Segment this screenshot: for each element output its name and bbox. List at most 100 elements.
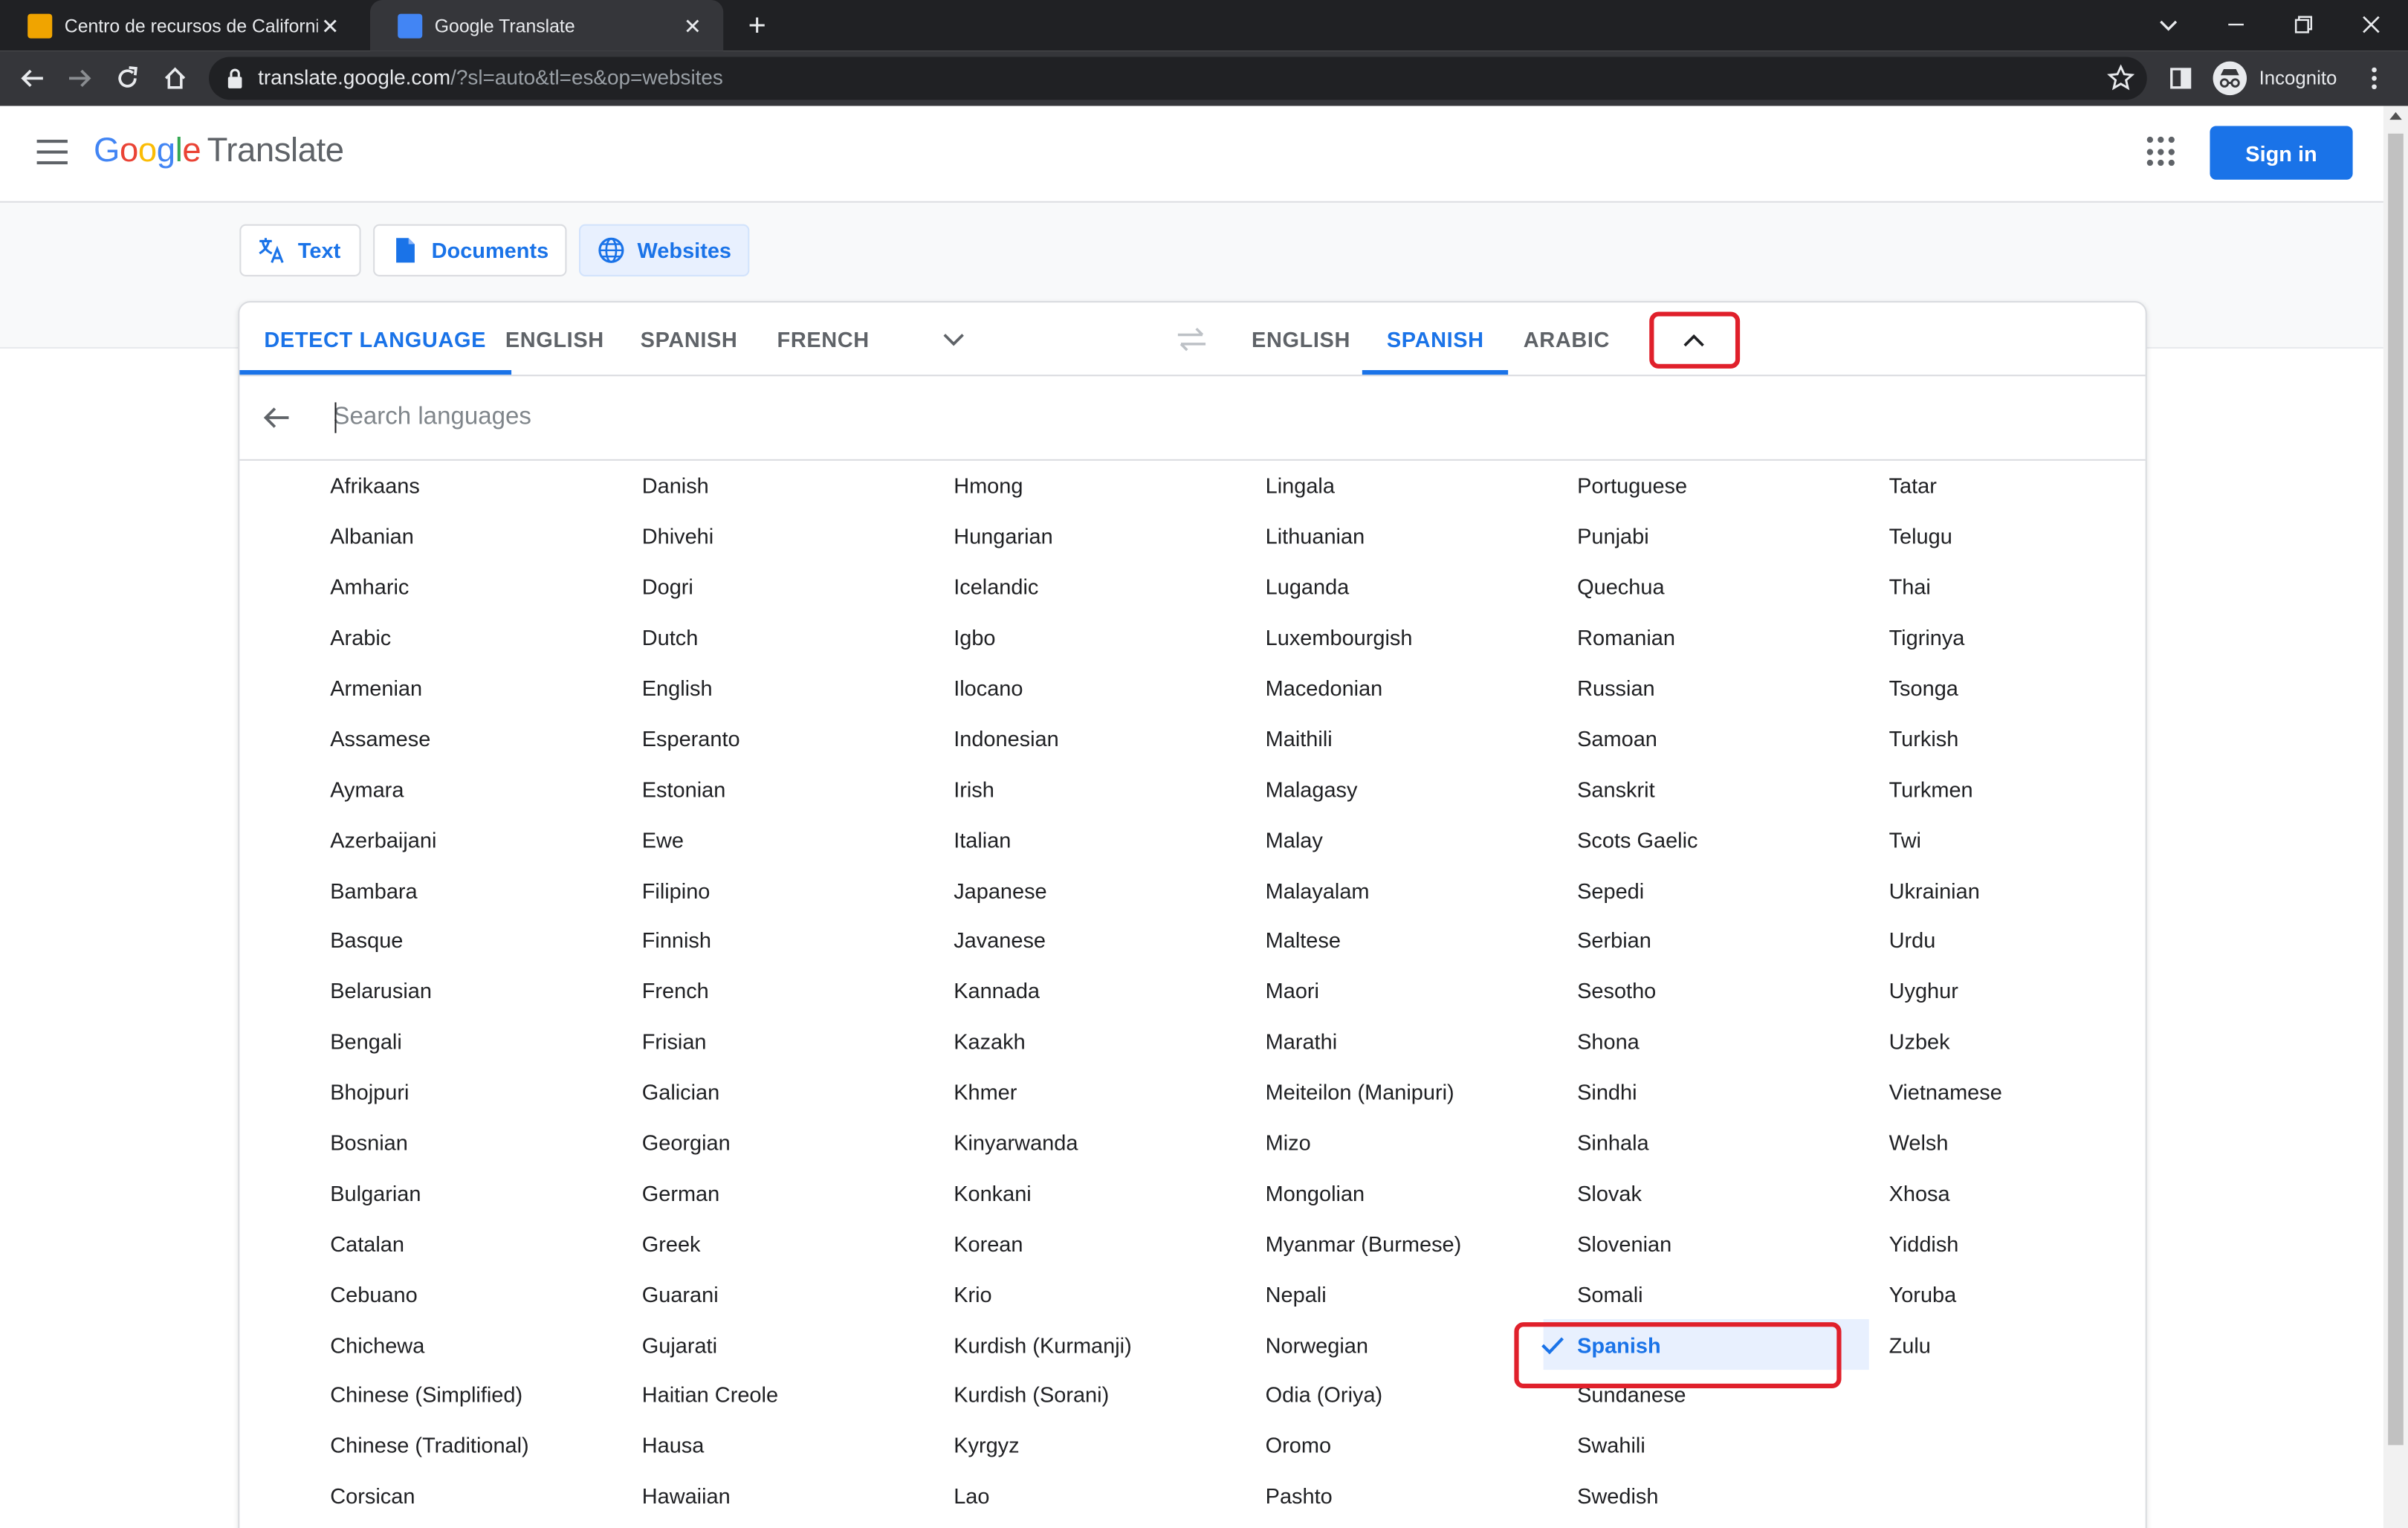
target-lang-english[interactable]: ENGLISH <box>1227 302 1375 375</box>
language-option[interactable]: Chinese (Traditional) <box>330 1420 637 1471</box>
source-lang-spanish[interactable]: SPANISH <box>616 302 763 375</box>
language-option[interactable]: Igbo <box>954 612 1260 663</box>
language-option[interactable]: Macedonian <box>1266 663 1573 713</box>
target-lang-spanish[interactable]: SPANISH <box>1362 302 1509 375</box>
language-option[interactable]: French <box>642 966 949 1017</box>
language-option[interactable]: Corsican <box>330 1471 637 1521</box>
language-option[interactable]: Swahili <box>1577 1420 1884 1471</box>
language-option[interactable]: Lingala <box>1266 461 1573 511</box>
language-option[interactable]: Georgian <box>642 1117 949 1168</box>
language-option[interactable]: Ewe <box>642 815 949 865</box>
language-option[interactable]: Swedish <box>1577 1471 1884 1521</box>
back-arrow-icon[interactable] <box>261 402 291 433</box>
language-option[interactable]: Yoruba <box>1889 1269 2196 1319</box>
language-option[interactable]: Punjabi <box>1577 511 1884 562</box>
language-option[interactable]: Myanmar (Burmese) <box>1266 1218 1573 1269</box>
language-option[interactable]: Lithuanian <box>1266 511 1573 562</box>
language-option[interactable]: Vietnamese <box>1889 1066 2196 1117</box>
language-option[interactable]: Esperanto <box>642 713 949 764</box>
language-option[interactable]: Ukrainian <box>1889 865 2196 916</box>
tab-search-chevron-icon[interactable] <box>2134 0 2202 51</box>
language-option[interactable]: Malagasy <box>1266 764 1573 815</box>
language-option[interactable]: Tsonga <box>1889 663 2196 713</box>
language-option[interactable]: Filipino <box>642 865 949 916</box>
language-option[interactable]: Bambara <box>330 865 637 916</box>
language-option[interactable]: Haitian Creole <box>642 1370 949 1420</box>
source-lang-english[interactable]: ENGLISH <box>481 302 629 375</box>
browser-menu-icon[interactable] <box>2359 60 2389 97</box>
language-option[interactable]: Thai <box>1889 562 2196 612</box>
language-option[interactable]: Bhojpuri <box>330 1066 637 1117</box>
websites-mode-button[interactable]: Websites <box>579 224 750 276</box>
language-option[interactable]: Luganda <box>1266 562 1573 612</box>
language-option[interactable]: Hausa <box>642 1420 949 1471</box>
language-option[interactable]: Catalan <box>330 1218 637 1269</box>
language-option[interactable]: Samoan <box>1577 713 1884 764</box>
language-option[interactable]: Cebuano <box>330 1269 637 1319</box>
language-option[interactable]: Welsh <box>1889 1117 2196 1168</box>
language-option[interactable]: Uzbek <box>1889 1016 2196 1066</box>
browser-tab-california[interactable]: Centro de recursos de California ✕ <box>0 0 361 51</box>
scroll-up-arrow-icon[interactable] <box>2389 111 2402 120</box>
language-option[interactable]: Amharic <box>330 562 637 612</box>
language-option[interactable]: Sesotho <box>1577 966 1884 1017</box>
language-option[interactable]: Armenian <box>330 663 637 713</box>
target-lang-arabic[interactable]: ARABIC <box>1499 302 1634 375</box>
documents-mode-button[interactable]: Documents <box>373 224 567 276</box>
language-option[interactable]: Sanskrit <box>1577 764 1884 815</box>
language-option[interactable]: Hungarian <box>954 511 1260 562</box>
back-arrow-icon[interactable] <box>14 60 51 97</box>
lock-icon[interactable] <box>227 68 243 89</box>
source-more-languages-chevron-down-icon[interactable] <box>939 324 969 355</box>
language-option[interactable]: Yiddish <box>1889 1218 2196 1269</box>
language-option[interactable]: Guarani <box>642 1269 949 1319</box>
language-option[interactable]: English <box>642 663 949 713</box>
language-option[interactable]: Twi <box>1889 815 2196 865</box>
language-option[interactable]: Frisian <box>642 1016 949 1066</box>
language-option[interactable]: Japanese <box>954 865 1260 916</box>
language-option[interactable]: Belarusian <box>330 966 637 1017</box>
language-option[interactable]: Tatar <box>1889 461 2196 511</box>
minimize-window-icon[interactable] <box>2202 0 2270 51</box>
language-option[interactable]: Dutch <box>642 612 949 663</box>
language-option[interactable]: Sinhala <box>1577 1117 1884 1168</box>
language-option[interactable]: Dogri <box>642 562 949 612</box>
language-option[interactable]: Kinyarwanda <box>954 1117 1260 1168</box>
language-option[interactable]: Slovenian <box>1577 1218 1884 1269</box>
language-option[interactable]: Zulu <box>1889 1319 2196 1370</box>
language-option[interactable]: Romanian <box>1577 612 1884 663</box>
language-option[interactable]: Galician <box>642 1066 949 1117</box>
language-option[interactable]: Gujarati <box>642 1319 949 1370</box>
language-option[interactable]: Arabic <box>330 612 637 663</box>
language-option[interactable]: Portuguese <box>1577 461 1884 511</box>
google-translate-logo[interactable]: Google Translate <box>94 131 344 171</box>
language-option[interactable]: Kyrgyz <box>954 1420 1260 1471</box>
side-panel-icon[interactable] <box>2162 60 2199 97</box>
language-option[interactable]: Malayalam <box>1266 865 1573 916</box>
language-option[interactable]: Pashto <box>1266 1471 1573 1521</box>
source-lang-detect[interactable]: DETECT LANGUAGE <box>239 302 511 375</box>
sign-in-button[interactable]: Sign in <box>2210 126 2353 180</box>
language-option[interactable]: Aymara <box>330 764 637 815</box>
source-lang-french[interactable]: FRENCH <box>753 302 894 375</box>
language-option[interactable]: Hmong <box>954 461 1260 511</box>
language-option[interactable]: Sepedi <box>1577 865 1884 916</box>
language-option[interactable]: Mizo <box>1266 1117 1573 1168</box>
language-option[interactable]: Telugu <box>1889 511 2196 562</box>
language-option[interactable]: Kazakh <box>954 1016 1260 1066</box>
language-option[interactable]: Lao <box>954 1471 1260 1521</box>
language-option[interactable]: Maithili <box>1266 713 1573 764</box>
close-tab-icon[interactable]: ✕ <box>318 13 343 38</box>
forward-arrow-icon[interactable] <box>62 60 99 97</box>
language-option[interactable]: Ilocano <box>954 663 1260 713</box>
language-option[interactable]: Meiteilon (Manipuri) <box>1266 1066 1573 1117</box>
language-option[interactable]: Luxembourgish <box>1266 612 1573 663</box>
language-option[interactable]: Xhosa <box>1889 1168 2196 1218</box>
language-option[interactable]: Finnish <box>642 916 949 966</box>
reload-icon[interactable] <box>109 60 146 97</box>
language-option[interactable]: Basque <box>330 916 637 966</box>
language-option[interactable]: Somali <box>1577 1269 1884 1319</box>
language-option[interactable]: Icelandic <box>954 562 1260 612</box>
language-option[interactable]: Kannada <box>954 966 1260 1017</box>
language-option[interactable]: Greek <box>642 1218 949 1269</box>
